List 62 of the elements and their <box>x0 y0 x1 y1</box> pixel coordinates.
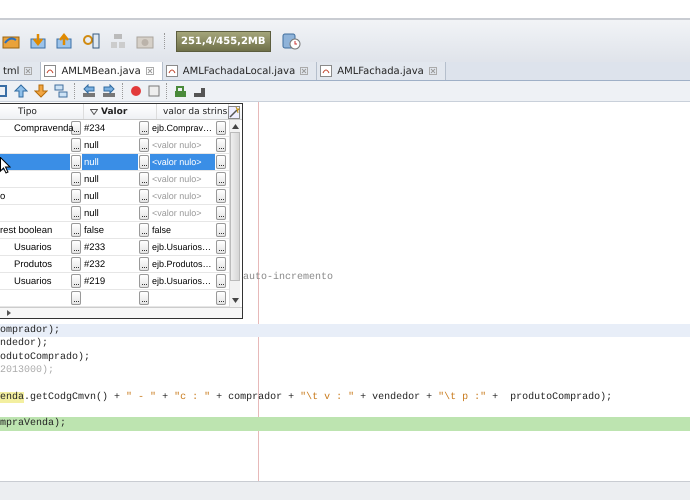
close-icon[interactable] <box>428 67 437 75</box>
scroll-up-icon[interactable] <box>232 124 238 130</box>
table-cell-text: o <box>0 190 6 204</box>
code-line: odutoComprado); <box>0 350 92 364</box>
table-cell-text: ejb.Produtos… <box>151 258 213 272</box>
step-down-icon[interactable] <box>34 84 48 98</box>
table-cell-text: ejb.Usuarios… <box>151 241 212 254</box>
table-cell-text: false <box>83 224 106 238</box>
table-cell-text: null <box>83 138 100 153</box>
editor-tab[interactable]: tml <box>0 62 42 80</box>
table-cell-text: null <box>83 190 100 204</box>
close-icon[interactable] <box>146 67 154 75</box>
code-line: 2013000); <box>0 364 56 378</box>
table-cell: null <box>82 154 138 170</box>
table-cell-text: #232 <box>83 258 106 272</box>
scroll-right-icon[interactable] <box>7 310 11 316</box>
record-icon[interactable] <box>130 85 142 97</box>
editor-tab[interactable]: AMLFachada.java <box>317 62 446 80</box>
table-cell-text: <valor nulo> <box>151 139 203 152</box>
run-icon[interactable] <box>174 84 187 98</box>
table-cell-text: rest boolean <box>0 224 54 238</box>
java-file-icon <box>320 65 332 77</box>
scroll-down-icon[interactable] <box>232 298 238 304</box>
step-up-icon[interactable] <box>14 84 28 98</box>
table-cell-text: <valor nulo> <box>151 207 203 220</box>
table-cell-text: <valor nulo> <box>151 173 203 186</box>
column-header[interactable]: Valor <box>101 106 128 117</box>
table-cell-text: ejb.Comprav… <box>151 122 214 136</box>
stop-icon[interactable] <box>148 85 160 97</box>
editor-tab[interactable]: AMLFachadaLocal.java <box>162 62 318 80</box>
column-header[interactable]: valor da strins <box>163 106 228 117</box>
arrow-right-icon[interactable] <box>102 84 116 98</box>
arrow-left-icon[interactable] <box>82 84 96 98</box>
code-line: ndedor); <box>0 337 50 351</box>
table-cell-text: #219 <box>83 274 106 289</box>
table-cell-text: false <box>151 224 172 238</box>
java-file-icon <box>44 65 56 77</box>
table-cell-text: null <box>83 206 100 221</box>
step-icon[interactable] <box>0 84 8 98</box>
code-line: enda.getCodgCmvn() + " - " + "c : " + comprador + "\t v : " + vendedor + "\t p :" + produtoComprado); <box>0 390 614 404</box>
download-icon[interactable] <box>30 33 46 49</box>
table-cell-text: ejb.Usuarios… <box>151 275 212 288</box>
scrollbar[interactable] <box>229 120 240 308</box>
table-cell-text: #234 <box>83 122 106 136</box>
stack-icon[interactable] <box>54 84 68 98</box>
wand-icon[interactable] <box>228 106 240 119</box>
table-cell-text: Usuarios <box>13 274 52 289</box>
close-icon[interactable] <box>24 67 32 75</box>
table-cell-text: <valor nulo> <box>151 190 203 204</box>
sort-icon <box>90 108 98 115</box>
editor-tab[interactable]: AMLMBean.java <box>41 62 163 80</box>
garbage-collect-icon[interactable] <box>280 32 300 50</box>
table-cell-text: null <box>83 172 100 187</box>
upload-icon[interactable] <box>56 33 72 49</box>
table-cell: <valor nulo> <box>150 154 215 170</box>
find-cursor-icon[interactable] <box>82 33 100 49</box>
close-icon[interactable] <box>300 67 308 75</box>
java-file-icon <box>166 65 178 77</box>
table-cell-text: Produtos <box>13 258 54 272</box>
table-cell-text: Usuarios <box>13 240 52 255</box>
table-cell-text: #233 <box>83 240 106 255</box>
column-header[interactable]: Tipo <box>18 106 37 117</box>
